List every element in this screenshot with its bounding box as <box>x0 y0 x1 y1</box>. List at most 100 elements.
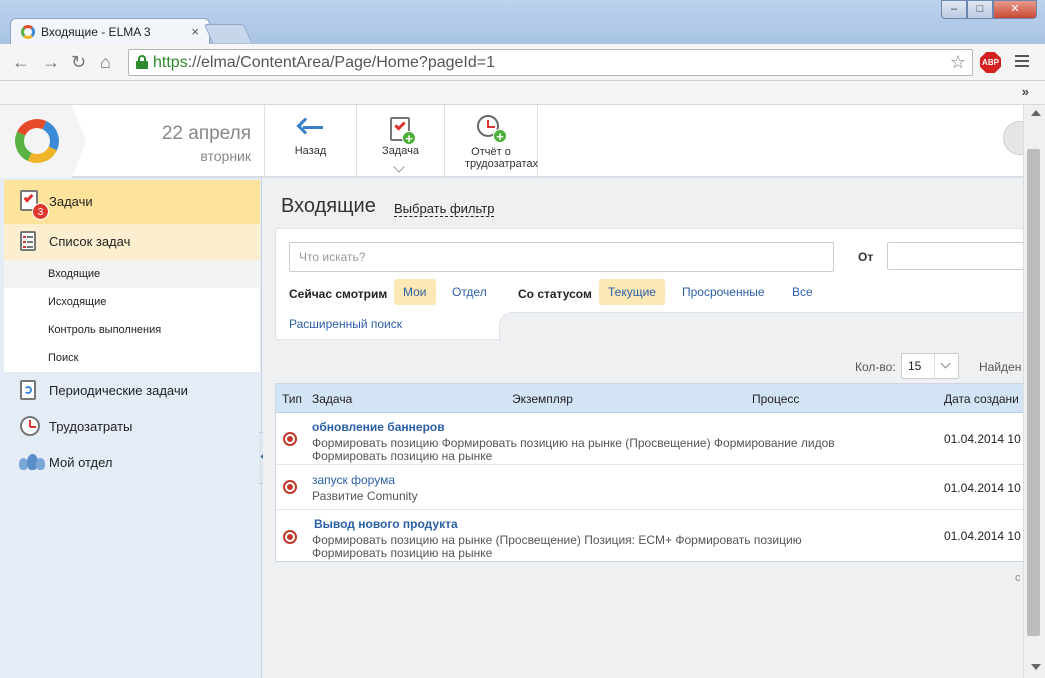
sidebar-subitem-label: Поиск <box>48 352 79 364</box>
search-input[interactable] <box>289 242 834 272</box>
target-icon <box>283 432 297 446</box>
col-task[interactable]: Задача <box>312 392 352 406</box>
sidebar-item-label: Трудозатраты <box>49 419 133 434</box>
truncated-text: с <box>1015 572 1021 584</box>
back-button-label: Назад <box>294 145 327 157</box>
new-task-label: Задача <box>382 145 419 157</box>
forward-nav-icon[interactable]: → <box>42 52 60 72</box>
col-created[interactable]: Дата создани <box>944 392 1019 406</box>
sidebar-subitem-label: Входящие <box>48 268 101 280</box>
sidebar-subitem-search[interactable]: Поиск <box>4 344 260 372</box>
table-row[interactable]: Вывод нового продукта Формировать позици… <box>276 510 1034 562</box>
col-type[interactable]: Тип <box>282 392 302 406</box>
sidebar-item-tasks[interactable]: 3 Задачи <box>4 180 260 224</box>
scroll-thumb[interactable] <box>1027 149 1040 636</box>
sidebar-subitem-inbox[interactable]: Входящие <box>4 260 260 288</box>
browser-tab[interactable]: Входящие - ELMA 3 × <box>10 18 210 45</box>
back-button[interactable]: Назад <box>264 105 356 178</box>
back-arrow-icon <box>296 117 323 135</box>
bookmarks-bar: » <box>0 81 1045 105</box>
time-report-button[interactable]: + Отчёт о трудозатратах <box>444 105 538 178</box>
sidebar-subitem-control[interactable]: Контроль выполнения <box>4 316 260 344</box>
count-label: Кол-во: <box>855 360 896 374</box>
bookmark-star-icon[interactable]: ☆ <box>950 52 966 73</box>
window-controls: – □ ✕ <box>941 0 1037 19</box>
sidebar-item-periodic-tasks[interactable]: Периодические задачи <box>4 373 260 409</box>
clock-icon <box>20 416 40 436</box>
table-header: Тип Задача Экземпляр Процесс Дата создан… <box>276 384 1034 413</box>
tab-close-icon[interactable]: × <box>191 24 199 39</box>
tab-title: Входящие - ELMA 3 <box>41 25 151 39</box>
task-date: 01.04.2014 10 <box>944 432 1021 446</box>
adblock-icon[interactable]: ABP <box>980 52 1001 73</box>
elma-logo-icon <box>8 112 66 170</box>
sidebar-subitem-label: Исходящие <box>48 296 107 308</box>
task-date: 01.04.2014 10 <box>944 529 1021 543</box>
close-window-button[interactable]: ✕ <box>993 0 1037 19</box>
found-label: Найден <box>979 360 1022 374</box>
status-label: Со статусом <box>518 287 592 301</box>
people-icon <box>19 453 45 471</box>
elma-logo[interactable] <box>0 105 72 178</box>
task-link[interactable]: Вывод нового продукта <box>314 517 458 531</box>
tasks-table: Тип Задача Экземпляр Процесс Дата создан… <box>275 383 1035 562</box>
viewing-label: Сейчас смотрим <box>289 287 388 301</box>
list-icon <box>20 231 36 251</box>
chevron-down-icon[interactable] <box>934 354 958 378</box>
col-process[interactable]: Процесс <box>752 392 799 406</box>
current-date: 22 апреля <box>161 123 251 144</box>
address-bar[interactable]: https://elma/ContentArea/Page/Home?pageI… <box>128 49 973 76</box>
back-nav-icon[interactable]: ← <box>12 52 30 72</box>
status-current[interactable]: Текущие <box>599 279 665 305</box>
time-report-label: Отчёт о трудозатратах <box>465 146 539 170</box>
sidebar-item-label: Список задач <box>49 234 131 249</box>
sidebar: 3 Задачи Список задач Входящие Исходящие… <box>0 178 262 678</box>
new-task-button[interactable]: + Задача <box>356 105 444 178</box>
browser-menu-icon[interactable] <box>1015 55 1029 70</box>
status-overdue[interactable]: Просроченные <box>673 279 774 305</box>
from-field[interactable] <box>887 242 1037 270</box>
logo-arrow-decoration <box>72 105 86 178</box>
sidebar-subitem-outgoing[interactable]: Исходящие <box>4 288 260 316</box>
table-row[interactable]: запуск форума Развитие Comunity 01.04.20… <box>276 465 1034 510</box>
home-icon[interactable]: ⌂ <box>100 52 111 72</box>
target-icon <box>283 480 297 494</box>
advanced-search-link[interactable]: Расширенный поиск <box>289 317 402 331</box>
main-content: Входящие Выбрать фильтр От Сейчас смотри… <box>263 178 1039 678</box>
browser-titlebar: Входящие - ELMA 3 × – □ ✕ <box>0 0 1045 45</box>
col-instance[interactable]: Экземпляр <box>512 392 573 406</box>
task-description: Формировать позицию Формировать позицию … <box>312 436 835 463</box>
elma-favicon-icon <box>21 25 35 39</box>
scroll-down-icon[interactable] <box>1031 664 1041 670</box>
chevron-down-icon[interactable] <box>393 161 405 173</box>
page-title: Входящие <box>281 195 376 217</box>
task-link[interactable]: запуск форума <box>312 473 395 487</box>
task-description: Формировать позицию на рынке (Просвещени… <box>312 533 802 560</box>
filter-mine[interactable]: Мои <box>394 279 436 305</box>
sidebar-item-my-department[interactable]: Мой отдел <box>4 445 260 481</box>
filter-department[interactable]: Отдел <box>443 279 496 305</box>
minimize-button[interactable]: – <box>941 0 967 19</box>
task-date: 01.04.2014 10 <box>944 481 1021 495</box>
new-tab-button[interactable] <box>203 24 253 43</box>
sidebar-item-label: Периодические задачи <box>49 383 188 398</box>
sidebar-subitem-label: Контроль выполнения <box>48 324 162 336</box>
status-all[interactable]: Все <box>783 279 822 305</box>
more-bookmarks-icon[interactable]: » <box>1022 84 1029 99</box>
page-size-select[interactable]: 15 <box>901 353 959 379</box>
search-panel-notch <box>499 312 1039 342</box>
tasks-count-badge: 3 <box>32 203 49 220</box>
scroll-up-icon[interactable] <box>1031 110 1041 116</box>
choose-filter-link[interactable]: Выбрать фильтр <box>394 201 495 217</box>
page-scrollbar[interactable] <box>1023 105 1045 678</box>
reload-icon[interactable]: ↻ <box>71 52 86 72</box>
maximize-button[interactable]: □ <box>967 0 993 19</box>
periodic-icon <box>20 380 36 400</box>
task-link[interactable]: обновление баннеров <box>312 420 445 434</box>
table-row[interactable]: обновление баннеров Формировать позицию … <box>276 413 1034 465</box>
sidebar-item-timesheets[interactable]: Трудозатраты <box>4 409 260 445</box>
sidebar-item-task-list[interactable]: Список задач <box>4 224 260 260</box>
task-description: Развитие Comunity <box>312 489 418 503</box>
page-size-value: 15 <box>908 359 922 373</box>
app-header: 22 апреля вторник Назад + Задача + Отчёт… <box>0 105 1037 178</box>
